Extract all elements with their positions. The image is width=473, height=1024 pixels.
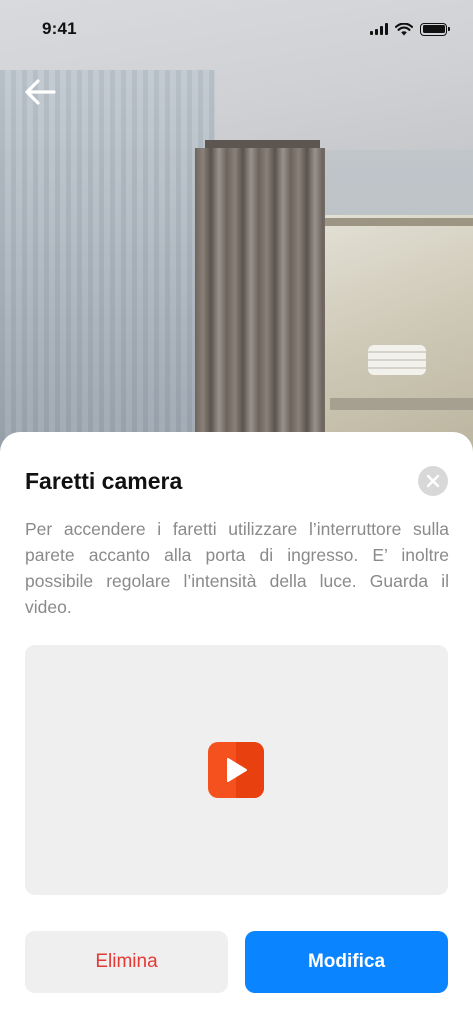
status-bar: 9:41 <box>0 0 473 58</box>
close-button[interactable] <box>418 466 448 496</box>
wall-panel <box>0 70 215 470</box>
towels <box>368 345 426 375</box>
arrow-left-icon <box>25 79 56 105</box>
play-icon <box>227 758 247 782</box>
sheet-description: Per accendere i faretti utilizzare l’int… <box>25 519 449 617</box>
video-player[interactable] <box>25 645 448 895</box>
close-icon <box>426 474 440 488</box>
sheet-title: Faretti camera <box>25 468 183 494</box>
back-button[interactable] <box>20 74 60 110</box>
battery-icon <box>420 22 450 36</box>
shelf <box>330 398 473 410</box>
curtain <box>195 148 325 468</box>
cellular-signal-icon <box>370 23 388 35</box>
delete-button[interactable]: Elimina <box>25 931 228 993</box>
edit-button[interactable]: Modifica <box>245 931 448 993</box>
wifi-icon <box>395 22 413 35</box>
play-button[interactable] <box>208 742 264 798</box>
glass-frame <box>318 218 473 226</box>
status-icons <box>370 22 450 36</box>
room-photo <box>0 0 473 470</box>
status-time: 9:41 <box>42 19 77 38</box>
bottom-sheet: Faretti camera Per accendere i faretti u… <box>0 432 473 1024</box>
